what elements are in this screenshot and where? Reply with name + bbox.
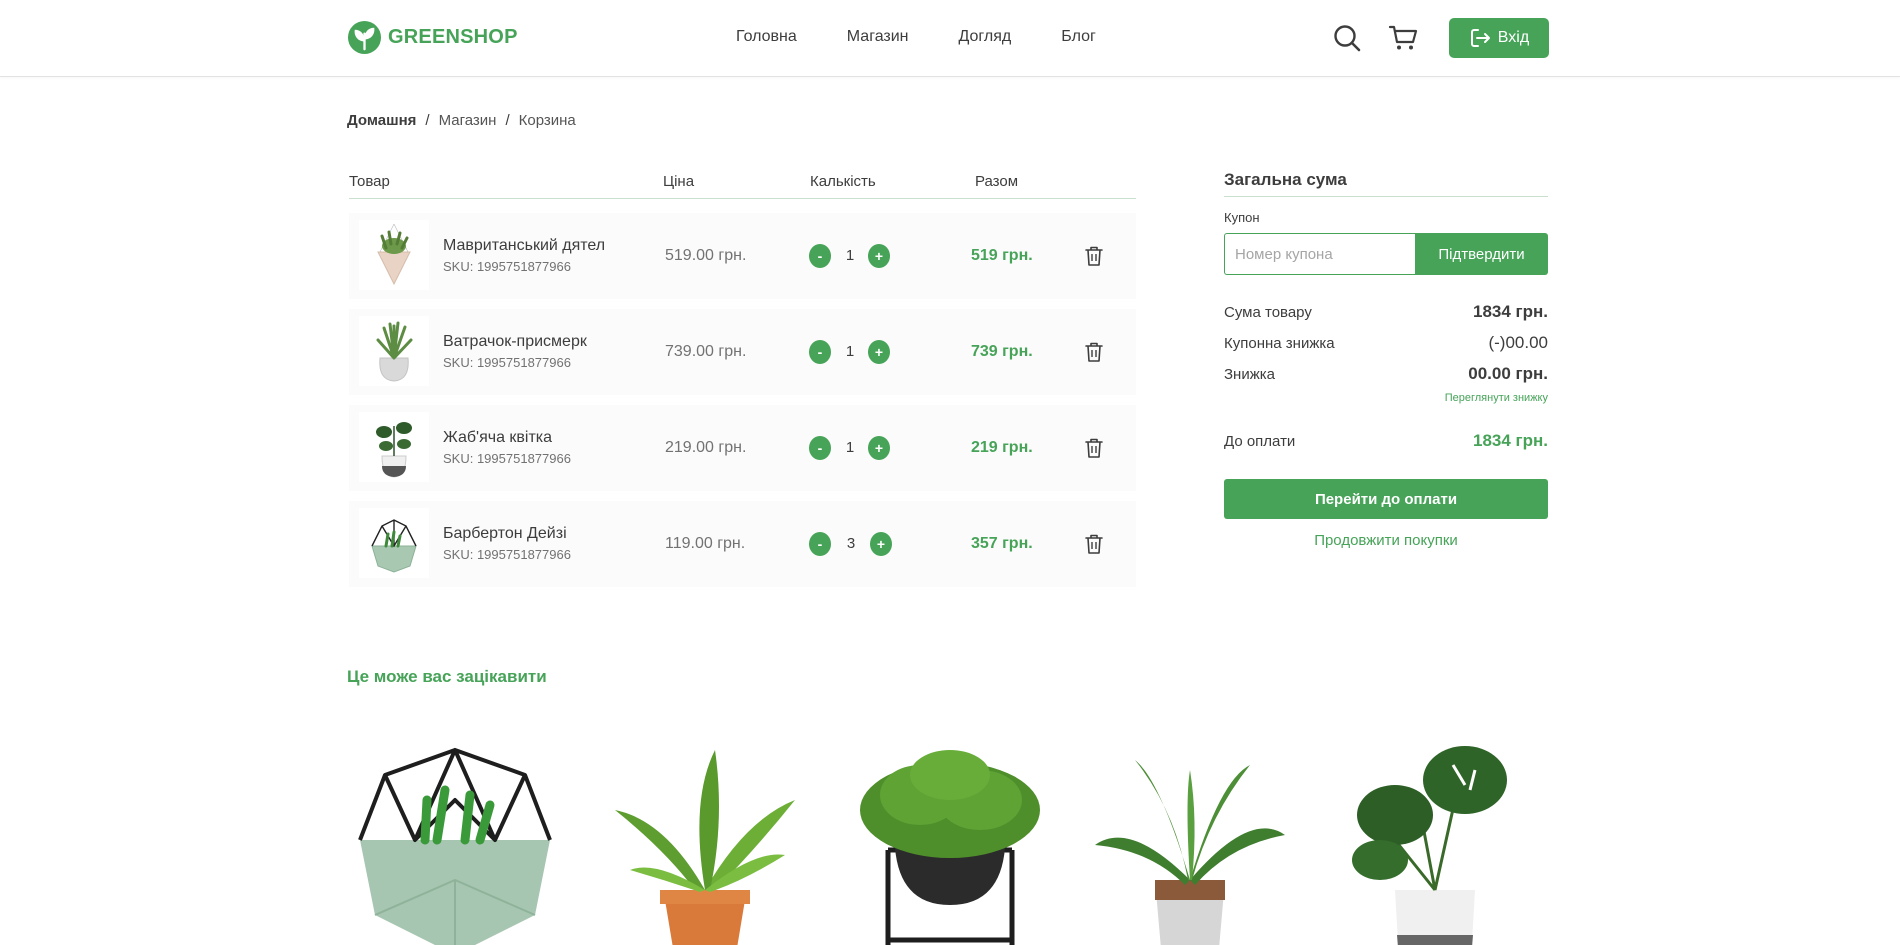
- login-button[interactable]: Вхід: [1449, 18, 1549, 58]
- breadcrumb: Домашня / Магазин / Корзина: [347, 112, 576, 129]
- apply-coupon-button[interactable]: Підтвердити: [1415, 233, 1548, 275]
- breadcrumb-separator: /: [425, 112, 430, 129]
- main-nav: Головна Магазин Догляд Блог: [736, 28, 1146, 46]
- product-sku: SKU: 1995751877966: [443, 259, 571, 274]
- summary-divider: [1224, 196, 1548, 197]
- quantity-plus-button[interactable]: +: [868, 244, 890, 268]
- column-header-product: Товар: [349, 173, 390, 190]
- table-header-divider: [349, 198, 1136, 199]
- column-header-total: Разом: [975, 173, 1019, 190]
- product-price: 119.00 грн.: [665, 535, 746, 552]
- related-product-image[interactable]: [1090, 740, 1290, 945]
- cart-row: Мавританський дятел SKU: 1995751877966 5…: [349, 213, 1136, 299]
- terrarium-image: [371, 519, 417, 573]
- product-name[interactable]: Мавританський дятел: [443, 237, 605, 255]
- trash-icon[interactable]: [1084, 533, 1104, 555]
- quantity-plus-button[interactable]: +: [868, 340, 890, 364]
- quantity-value: 1: [845, 247, 855, 264]
- nav-item-home[interactable]: Головна: [736, 28, 797, 46]
- related-product-image[interactable]: [1335, 740, 1535, 945]
- product-name[interactable]: Жаб'яча квітка: [443, 429, 552, 447]
- login-button-label: Вхід: [1497, 29, 1530, 46]
- discount-value: 00.00 грн.: [1468, 364, 1548, 383]
- coupon-input[interactable]: [1224, 233, 1415, 275]
- product-name[interactable]: Ватрачок-присмерк: [443, 333, 587, 351]
- related-product-image[interactable]: [355, 740, 555, 945]
- product-name[interactable]: Барбертон Дейзі: [443, 525, 567, 543]
- logo[interactable]: GREENSHOP: [347, 20, 518, 55]
- product-sku: SKU: 1995751877966: [443, 451, 571, 466]
- product-price: 519.00 грн.: [665, 247, 747, 264]
- related-products-title: Це може вас зацікавити: [347, 667, 547, 686]
- trash-icon[interactable]: [1084, 437, 1104, 459]
- quantity-value: 1: [845, 439, 855, 456]
- leaf-logo-icon: [347, 20, 382, 55]
- view-discount-link[interactable]: Переглянути знижку: [1445, 392, 1548, 404]
- breadcrumb-separator: /: [505, 112, 510, 129]
- cart-icon[interactable]: [1388, 23, 1418, 53]
- product-sku: SKU: 1995751877966: [443, 547, 571, 562]
- checkout-button[interactable]: Перейти до оплати: [1224, 479, 1548, 519]
- hanging-planter-image: [377, 223, 411, 286]
- product-total: 739 грн.: [971, 343, 1033, 360]
- quantity-minus-button[interactable]: -: [809, 340, 831, 364]
- nav-item-shop[interactable]: Магазин: [847, 28, 909, 46]
- nav-item-blog[interactable]: Блог: [1061, 28, 1096, 46]
- breadcrumb-cart: Корзина: [518, 112, 576, 129]
- coupon-label: Купон: [1224, 210, 1260, 225]
- column-header-price: Ціна: [663, 173, 695, 190]
- site-header: GREENSHOP Головна Магазин Догляд Блог Вх…: [0, 0, 1900, 77]
- logo-text: GREENSHOP: [388, 26, 518, 48]
- product-total: 219 грн.: [971, 439, 1033, 456]
- breadcrumb-home[interactable]: Домашня: [347, 112, 416, 129]
- product-price: 739.00 грн.: [665, 343, 747, 360]
- product-total: 357 грн.: [971, 535, 1033, 552]
- fern-plant-image: [615, 750, 795, 945]
- nav-item-care[interactable]: Догляд: [959, 28, 1012, 46]
- breadcrumb-shop[interactable]: Магазин: [439, 112, 497, 129]
- summary-title: Загальна сума: [1224, 170, 1347, 189]
- cart-row: Жаб'яча квітка SKU: 1995751877966 219.00…: [349, 405, 1136, 491]
- quantity-value: 1: [845, 343, 855, 360]
- product-total: 519 грн.: [971, 247, 1033, 264]
- subtotal-label: Сума товару: [1224, 304, 1312, 321]
- coupon-discount-label: Купонна знижка: [1224, 335, 1335, 352]
- quantity-plus-button[interactable]: +: [870, 532, 892, 556]
- quantity-value: 3: [846, 535, 856, 552]
- total-value: 1834 грн.: [1473, 431, 1548, 450]
- bowl-planter-image: [860, 750, 1040, 945]
- continue-shopping-link[interactable]: Продовжити покупки: [1224, 532, 1548, 549]
- cart-row: Барбертон Дейзі SKU: 1995751877966 119.0…: [349, 501, 1136, 587]
- product-image[interactable]: [359, 412, 429, 482]
- product-price: 219.00 грн.: [665, 439, 747, 456]
- total-label: До оплати: [1224, 433, 1296, 450]
- column-header-quantity: Калькість: [810, 173, 876, 190]
- subtotal-value: 1834 грн.: [1473, 302, 1548, 321]
- logout-arrow-icon: [1470, 29, 1490, 47]
- product-image[interactable]: [359, 220, 429, 290]
- potted-plant-image: [376, 422, 412, 478]
- trash-icon[interactable]: [1084, 245, 1104, 267]
- quantity-minus-button[interactable]: -: [809, 244, 831, 268]
- discount-label: Знижка: [1224, 366, 1275, 383]
- product-image[interactable]: [359, 316, 429, 386]
- monstera-plant-image: [1352, 746, 1507, 945]
- coupon-discount-value: (-)00.00: [1488, 333, 1548, 352]
- potted-succulent-image: [376, 321, 413, 382]
- product-image[interactable]: [359, 508, 429, 578]
- quantity-minus-button[interactable]: -: [809, 532, 831, 556]
- trash-icon[interactable]: [1084, 341, 1104, 363]
- related-product-image[interactable]: [850, 740, 1050, 945]
- terrarium-image: [358, 748, 552, 945]
- related-product-image[interactable]: [605, 740, 805, 945]
- search-icon[interactable]: [1333, 24, 1361, 52]
- product-sku: SKU: 1995751877966: [443, 355, 571, 370]
- cart-row: Ватрачок-присмерк SKU: 1995751877966 739…: [349, 309, 1136, 395]
- quantity-minus-button[interactable]: -: [809, 436, 831, 460]
- dracaena-plant-image: [1095, 760, 1285, 945]
- quantity-plus-button[interactable]: +: [868, 436, 890, 460]
